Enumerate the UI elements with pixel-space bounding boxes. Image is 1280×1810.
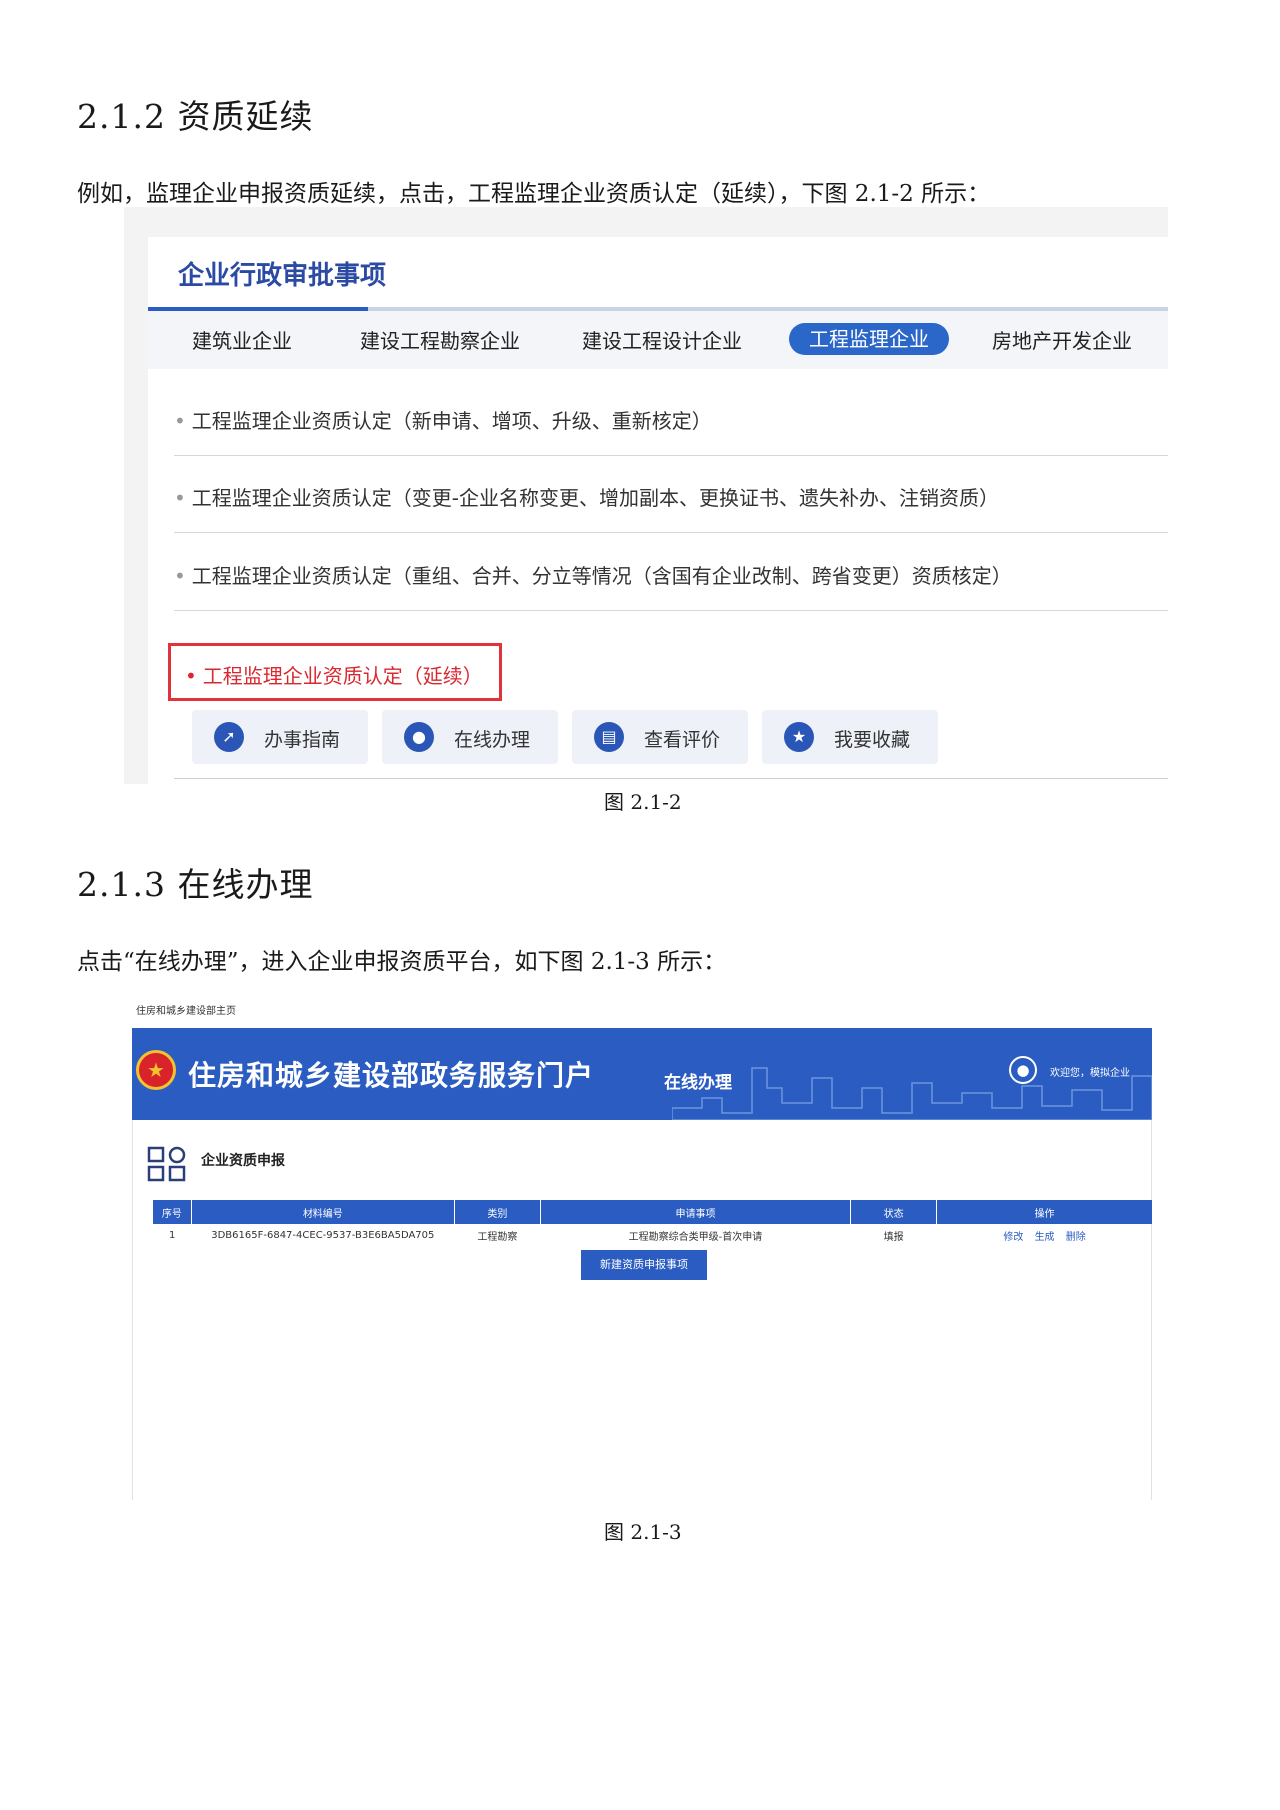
table-row: 1 3DB6165F-6847-4CEC-9537-B3E6BA5DA705 工… [153,1224,1153,1246]
panel-title: 企业行政审批事项 [178,261,387,291]
column-header: 申请事项 [540,1200,852,1224]
column-header: 材料编号 [191,1200,455,1224]
compass-icon: ➚ [214,722,244,752]
section-paragraph-2-1-2: 例如，监理企业申报资质延续，点击，工程监理企业资质认定（延续），下图 2.1-2… [77,181,991,207]
list-item[interactable]: • 工程监理企业资质认定（新申请、增项、升级、重新核定） [174,379,1168,456]
table-header-row: 序号 材料编号 类别 申请事项 状态 操作 [153,1200,1153,1224]
portal-banner: ★ 住房和城乡建设部政务服务门户 在线办理 ● 欢迎您，模拟企业 [132,1028,1152,1120]
view-review-button[interactable]: ▤ 查看评价 [572,710,748,764]
status-cell: 填报 [883,1231,904,1243]
favorite-button-label: 我要收藏 [834,729,911,751]
approval-panel: 企业行政审批事项 建筑业企业 建设工程勘察企业 建设工程设计企业 工程监理企业 … [148,237,1168,784]
enterprise-tabs: 建筑业企业 建设工程勘察企业 建设工程设计企业 工程监理企业 房地产开发企业 [148,311,1168,369]
list-item[interactable]: • 工程监理企业资质认定（重组、合并、分立等情况（含国有企业改制、跨省变更）资质核… [174,534,1168,611]
list-item-label: 工程监理企业资质认定（延续） [202,664,483,688]
material-code: 3DB6165F-6847-4CEC-9537-B3E6BA5DA705 [211,1229,435,1241]
bullet-icon: • [185,664,197,688]
portal-subtitle: 在线办理 [664,1073,732,1093]
application-item: 工程勘察综合类甲级-首次申请 [628,1231,763,1243]
figure-2-1-2: 企业行政审批事项 建筑业企业 建设工程勘察企业 建设工程设计企业 工程监理企业 … [124,207,1168,784]
welcome-text: 欢迎您，模拟企业 [1050,1068,1130,1079]
view-review-button-label: 查看评价 [644,729,721,751]
favorite-button[interactable]: ★ 我要收藏 [762,710,938,764]
category-cell: 工程勘察 [477,1231,518,1243]
row-number: 1 [168,1229,176,1241]
section-heading-2-1-3: 2.1.3 在线办理 [77,865,314,904]
edit-link[interactable]: 修改 [1003,1232,1023,1243]
generate-link[interactable]: 生成 [1035,1232,1055,1243]
delete-link[interactable]: 删除 [1066,1232,1086,1243]
tab-design-enterprise[interactable]: 建设工程设计企业 [582,326,742,356]
bullet-icon: • [174,486,186,510]
actions-cell: 修改 生成 删除 [937,1224,1153,1246]
tab-construction-enterprise[interactable]: 建筑业企业 [192,326,292,356]
portal-title: 住房和城乡建设部政务服务门户 [188,1059,595,1092]
online-handle-button-label: 在线办理 [454,729,531,751]
portal-body: 企业资质申报 序号 材料编号 类别 申请事项 状态 操作 1 3DB6165F-… [132,1120,1153,1500]
user-avatar-icon[interactable]: ● [1009,1056,1037,1084]
list-item[interactable]: • 工程监理企业资质认定（变更-企业名称变更、增加副本、更换证书、遗失补办、注销资… [174,456,1168,533]
list-item-label: 工程监理企业资质认定（重组、合并、分立等情况（含国有企业改制、跨省变更）资质核定… [191,564,1012,588]
tab-supervision-enterprise[interactable]: 工程监理企业 [789,323,949,355]
user-icon: ● [404,722,434,752]
column-header: 序号 [153,1200,192,1224]
online-handle-button[interactable]: ● 在线办理 [382,710,558,764]
divider [174,778,1168,779]
section-heading-2-1-2: 2.1.2 资质延续 [77,97,314,136]
guide-button-label: 办事指南 [264,729,341,751]
grid-icon [147,1146,186,1182]
star-icon: ★ [784,722,814,752]
list-item-label: 工程监理企业资质认定（变更-企业名称变更、增加副本、更换证书、遗失补办、注销资质… [191,486,1000,510]
figure-caption-2-1-2: 图 2.1-2 [604,790,682,814]
application-table: 序号 材料编号 类别 申请事项 状态 操作 1 3DB6165F-6847-4C… [153,1200,1153,1246]
list-item-renewal-highlighted[interactable]: • 工程监理企业资质认定（延续） [168,643,502,701]
comment-icon: ▤ [594,722,624,752]
column-header: 类别 [454,1200,541,1224]
breadcrumb[interactable]: 住房和城乡建设部主页 [136,1002,236,1017]
page-title: 企业资质申报 [201,1153,285,1169]
bullet-icon: • [174,409,186,433]
list-item-label: 工程监理企业资质认定（新申请、增项、升级、重新核定） [191,409,712,433]
column-header: 状态 [850,1200,938,1224]
national-emblem-icon: ★ [136,1050,176,1090]
bullet-icon: • [174,564,186,588]
figure-caption-2-1-3: 图 2.1-3 [604,1520,682,1544]
guide-button[interactable]: ➚ 办事指南 [192,710,368,764]
tab-survey-enterprise[interactable]: 建设工程勘察企业 [360,326,520,356]
figure-2-1-3: 住房和城乡建设部主页 ★ 住房和城乡建设部政务服务门户 在线办理 ● 欢迎您，模… [130,1000,1153,1500]
column-header: 操作 [936,1200,1153,1224]
new-application-button[interactable]: 新建资质申报事项 [581,1250,707,1280]
section-paragraph-2-1-3: 点击“在线办理”，进入企业申报资质平台，如下图 2.1-3 所示： [77,949,727,975]
tab-real-estate-enterprise[interactable]: 房地产开发企业 [992,326,1132,356]
